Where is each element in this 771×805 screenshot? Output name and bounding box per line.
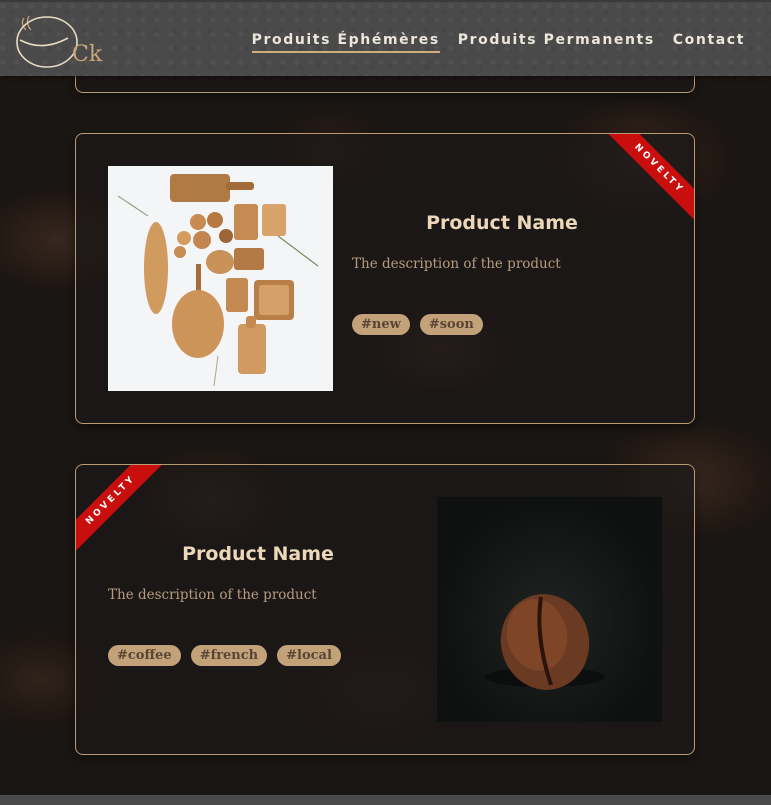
product-name: Product Name (426, 212, 578, 234)
product-name: Product Name (182, 543, 334, 565)
tag-coffee[interactable]: #coffee (108, 645, 181, 666)
product-description: The description of the product (108, 587, 317, 603)
product-card: NOVELTY Product Name The description of … (75, 133, 695, 424)
coffee-bean-photo-icon (485, 594, 605, 690)
product-image (108, 166, 333, 391)
product-info: Product Name The description of the prod… (352, 212, 652, 335)
tag-new[interactable]: #new (352, 314, 410, 335)
product-tags: #coffee #french #local (108, 645, 408, 666)
product-card: NOVELTY Product Name The description of … (75, 464, 695, 755)
tag-local[interactable]: #local (277, 645, 341, 666)
product-tags: #new #soon (352, 314, 652, 335)
logo-text: Ck (72, 42, 103, 67)
novelty-ribbon: NOVELTY (76, 465, 165, 554)
logo[interactable]: Ck (14, 10, 102, 72)
product-image (437, 497, 662, 722)
wooden-kitchenware-photo-icon (117, 174, 319, 387)
tag-french[interactable]: #french (190, 645, 268, 666)
novelty-ribbon: NOVELTY (605, 134, 694, 223)
nav-link-produits-ephemeres[interactable]: Produits Éphémères (251, 32, 440, 53)
nav-link-contact[interactable]: Contact (673, 32, 745, 53)
main-nav: Produits Éphémères Produits Permanents C… (251, 32, 745, 53)
product-description: The description of the product (352, 256, 561, 272)
tag-soon[interactable]: #soon (419, 314, 483, 335)
product-info: Product Name The description of the prod… (108, 543, 408, 666)
nav-link-produits-permanents[interactable]: Produits Permanents (458, 32, 655, 53)
site-header: Ck Produits Éphémères Produits Permanent… (0, 0, 771, 76)
footer-strip (0, 795, 771, 805)
